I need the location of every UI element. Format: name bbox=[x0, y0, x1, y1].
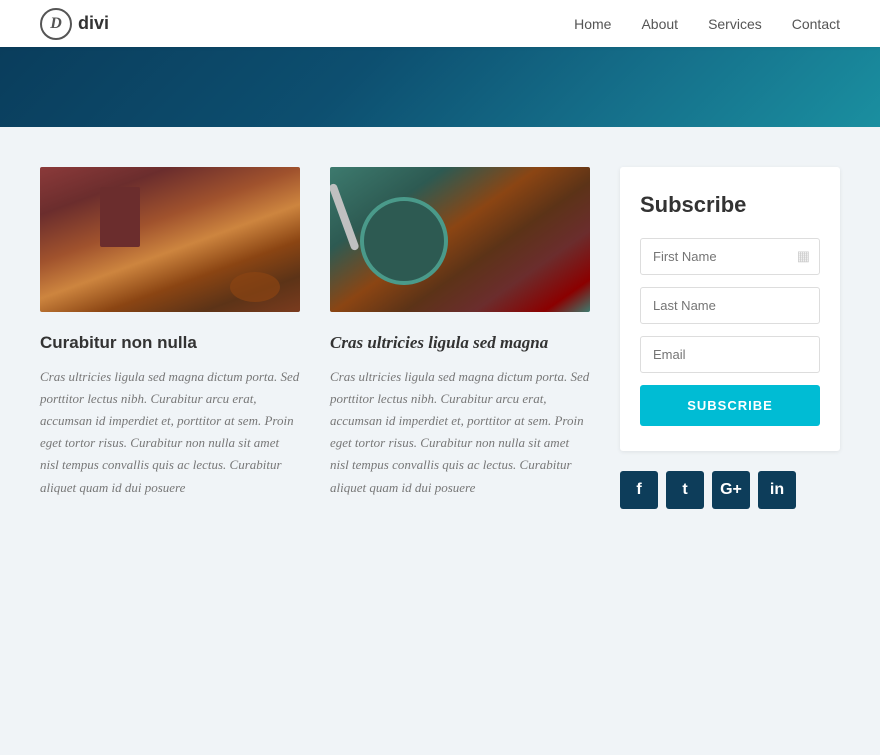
subscribe-button[interactable]: SUBSCRIBE bbox=[640, 385, 820, 426]
last-name-input[interactable] bbox=[640, 287, 820, 324]
email-input[interactable] bbox=[640, 336, 820, 373]
posts-grid: Curabitur non nulla Cras ultricies ligul… bbox=[40, 167, 590, 499]
main-content: Curabitur non nulla Cras ultricies ligul… bbox=[0, 127, 880, 549]
post-excerpt-2: Cras ultricies ligula sed magna dictum p… bbox=[330, 366, 590, 499]
nav-link-home[interactable]: Home bbox=[574, 16, 611, 32]
field-icon: ▦ bbox=[797, 248, 810, 265]
post-image-food bbox=[330, 167, 590, 312]
social-icons: f t G+ in bbox=[620, 471, 840, 509]
googleplus-icon[interactable]: G+ bbox=[712, 471, 750, 509]
first-name-wrapper: ▦ bbox=[640, 238, 820, 275]
linkedin-icon[interactable]: in bbox=[758, 471, 796, 509]
facebook-icon[interactable]: f bbox=[620, 471, 658, 509]
nav-link-contact[interactable]: Contact bbox=[792, 16, 840, 32]
post-image-kitchen bbox=[40, 167, 300, 312]
navbar: D divi Home About Services Contact bbox=[0, 0, 880, 47]
post-excerpt-1: Cras ultricies ligula sed magna dictum p… bbox=[40, 366, 300, 499]
logo-name: divi bbox=[78, 13, 109, 34]
logo-icon: D bbox=[40, 8, 72, 40]
nav-link-services[interactable]: Services bbox=[708, 16, 762, 32]
twitter-icon[interactable]: t bbox=[666, 471, 704, 509]
subscribe-box: Subscribe ▦ SUBSCRIBE bbox=[620, 167, 840, 451]
post-title-1: Curabitur non nulla bbox=[40, 332, 300, 354]
subscribe-title: Subscribe bbox=[640, 192, 820, 218]
nav-links: Home About Services Contact bbox=[574, 16, 840, 32]
first-name-input[interactable] bbox=[640, 238, 820, 275]
nav-link-about[interactable]: About bbox=[641, 16, 678, 32]
post-card-1: Curabitur non nulla Cras ultricies ligul… bbox=[40, 167, 300, 499]
post-title-2: Cras ultricies ligula sed magna bbox=[330, 332, 590, 354]
posts-column: Curabitur non nulla Cras ultricies ligul… bbox=[40, 167, 590, 499]
logo-letter: D bbox=[50, 15, 62, 33]
hero-banner bbox=[0, 47, 880, 127]
logo[interactable]: D divi bbox=[40, 8, 109, 40]
post-card-2: Cras ultricies ligula sed magna Cras ult… bbox=[330, 167, 590, 499]
sidebar: Subscribe ▦ SUBSCRIBE f t G+ in bbox=[620, 167, 840, 509]
